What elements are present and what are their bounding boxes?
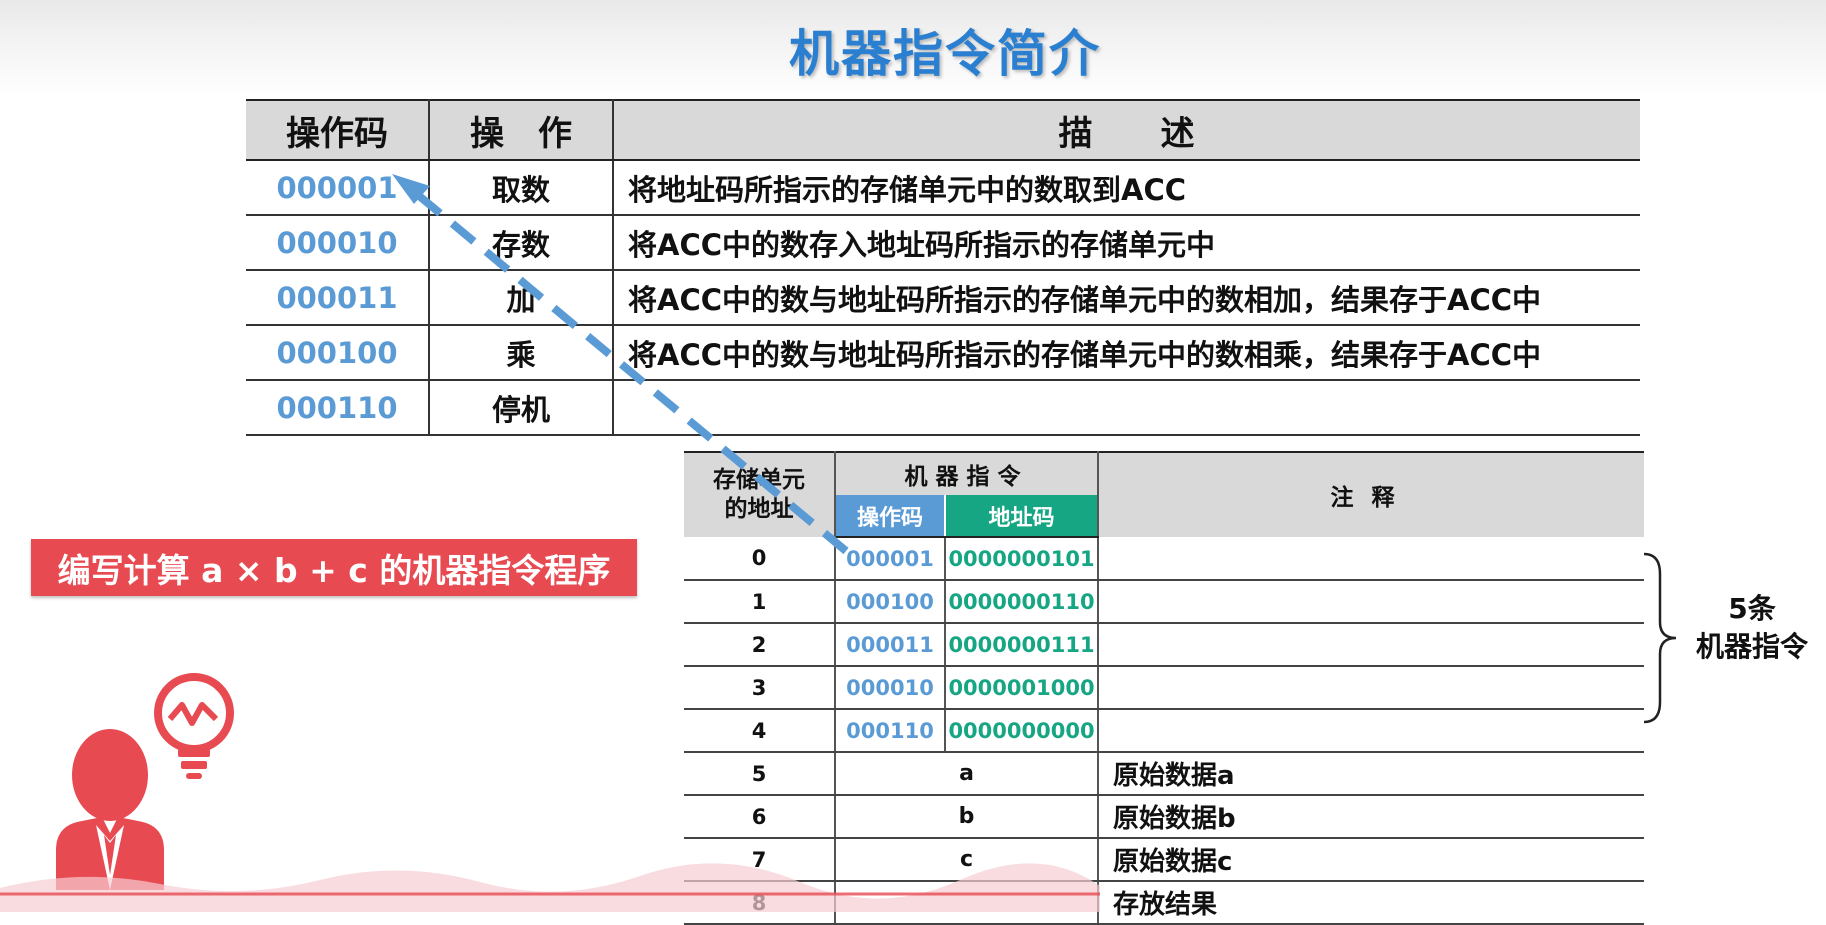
dashed-arrow (392, 174, 849, 555)
arrow-line (415, 191, 849, 555)
task-banner: 编写计算 a × b + c 的机器指令程序 (31, 539, 637, 596)
brace-label: 5条 机器指令 (1682, 590, 1822, 666)
brace-icon (1643, 552, 1677, 724)
person-with-lightbulb-icon (56, 673, 234, 890)
brace-label-text: 机器指令 (1695, 630, 1808, 663)
brace-label-count: 5条 (1728, 592, 1776, 625)
decorative-wave (0, 863, 1100, 912)
